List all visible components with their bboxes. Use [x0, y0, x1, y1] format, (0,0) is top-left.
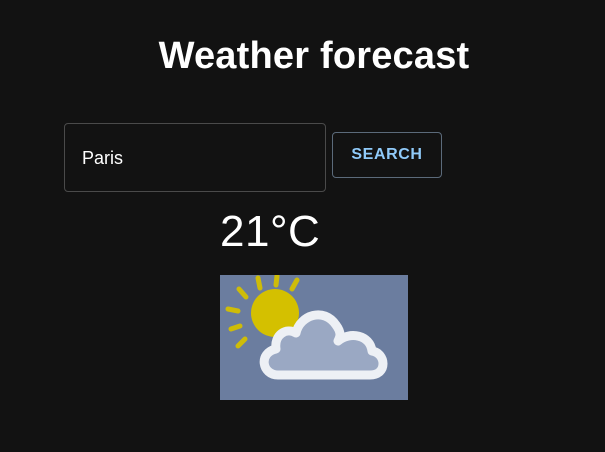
search-button[interactable]: SEARCH: [332, 132, 442, 178]
city-input[interactable]: [82, 146, 312, 170]
page-title: Weather forecast: [158, 35, 470, 77]
weather-condition-image: [220, 275, 408, 400]
city-input-field[interactable]: [64, 123, 326, 192]
partly-cloudy-icon: [220, 275, 408, 400]
temperature-value: 21°C: [220, 207, 321, 256]
